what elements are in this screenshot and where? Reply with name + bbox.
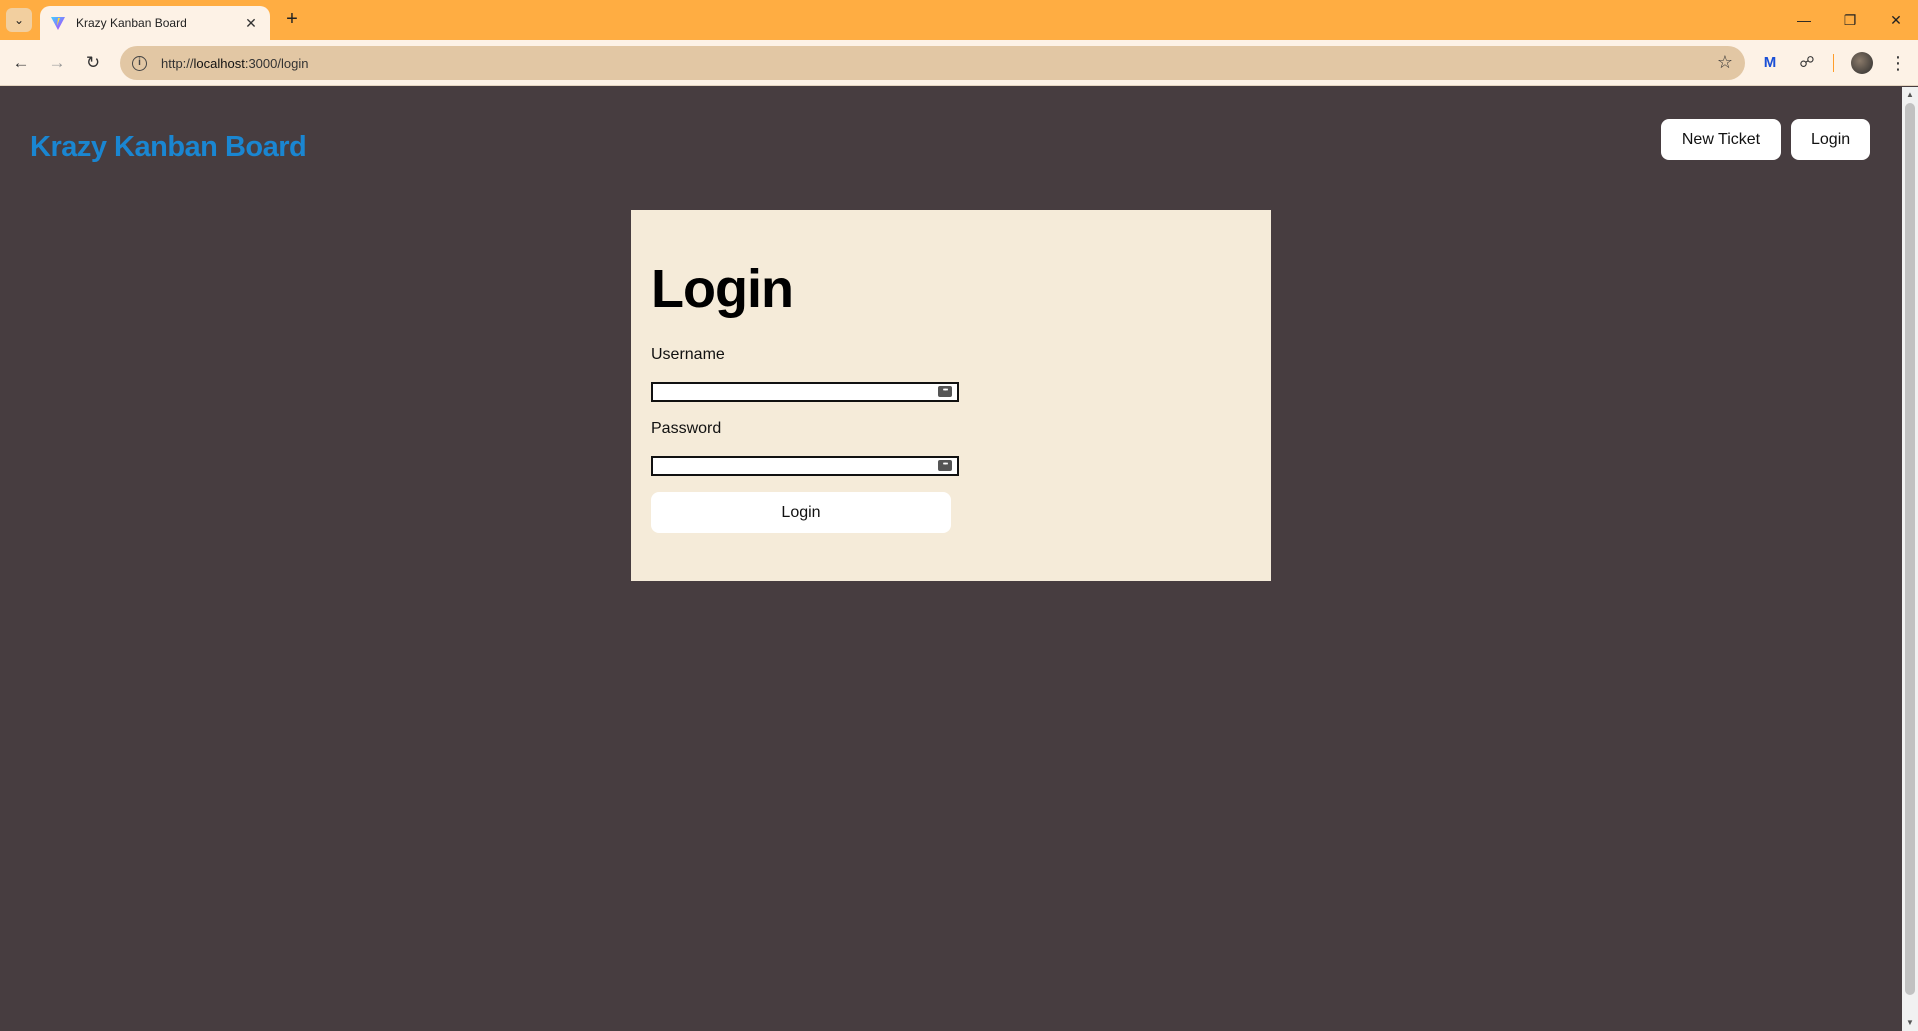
- login-submit-button[interactable]: Login: [651, 492, 951, 533]
- close-window-icon[interactable]: ✕: [1876, 8, 1916, 32]
- brand-title[interactable]: Krazy Kanban Board: [30, 131, 307, 164]
- password-label: Password: [651, 420, 722, 437]
- bookmark-star-icon[interactable]: ☆: [1717, 52, 1733, 73]
- back-arrow-icon[interactable]: ←: [8, 50, 34, 76]
- page-scrollbar[interactable]: ▲ ▼: [1902, 87, 1918, 1031]
- restore-icon[interactable]: ❐: [1830, 8, 1870, 32]
- scroll-thumb[interactable]: [1905, 103, 1915, 995]
- login-card: Login Username ••• Password ••• Login: [631, 210, 1271, 581]
- page-body: Krazy Kanban Board New Ticket Login Logi…: [0, 87, 1902, 1031]
- password-input[interactable]: [651, 456, 959, 476]
- tab-close-icon[interactable]: ✕: [242, 15, 260, 32]
- new-ticket-button[interactable]: New Ticket: [1661, 119, 1781, 160]
- username-field-wrap: •••: [651, 382, 959, 402]
- scroll-down-icon[interactable]: ▼: [1902, 1015, 1918, 1031]
- more-menu-icon[interactable]: ⋮: [1886, 51, 1910, 75]
- login-title: Login: [651, 259, 794, 319]
- username-input[interactable]: [651, 382, 959, 402]
- url-text: http://localhost:3000/login: [161, 55, 309, 71]
- username-label: Username: [651, 346, 725, 363]
- password-field-wrap: •••: [651, 456, 959, 476]
- forward-arrow-icon[interactable]: →: [44, 50, 70, 76]
- header-login-button[interactable]: Login: [1791, 119, 1870, 160]
- browser-tabstrip: ⌄ Krazy Kanban Board ✕ + — ❐ ✕: [0, 0, 1918, 40]
- new-tab-icon[interactable]: +: [280, 8, 304, 32]
- vite-favicon-icon: [51, 17, 65, 30]
- extensions-puzzle-icon[interactable]: ☍: [1795, 51, 1819, 75]
- tab-search-chevron-icon[interactable]: ⌄: [6, 8, 32, 32]
- scroll-up-icon[interactable]: ▲: [1902, 87, 1918, 103]
- tab-title: Krazy Kanban Board: [76, 16, 187, 30]
- site-info-icon[interactable]: i: [132, 55, 147, 71]
- password-manager-icon[interactable]: •••: [938, 386, 952, 397]
- reload-icon[interactable]: ↻: [80, 50, 106, 76]
- browser-tab[interactable]: Krazy Kanban Board ✕: [40, 6, 270, 40]
- profile-avatar[interactable]: [1851, 52, 1873, 74]
- extension-m-icon[interactable]: M: [1758, 51, 1782, 75]
- minimize-icon[interactable]: —: [1784, 8, 1824, 32]
- browser-toolbar: ← → ↻ i http://localhost:3000/login ☆ M …: [0, 40, 1918, 86]
- toolbar-divider: [1833, 54, 1834, 72]
- address-bar[interactable]: i http://localhost:3000/login ☆: [120, 46, 1745, 80]
- password-manager-icon[interactable]: •••: [938, 460, 952, 471]
